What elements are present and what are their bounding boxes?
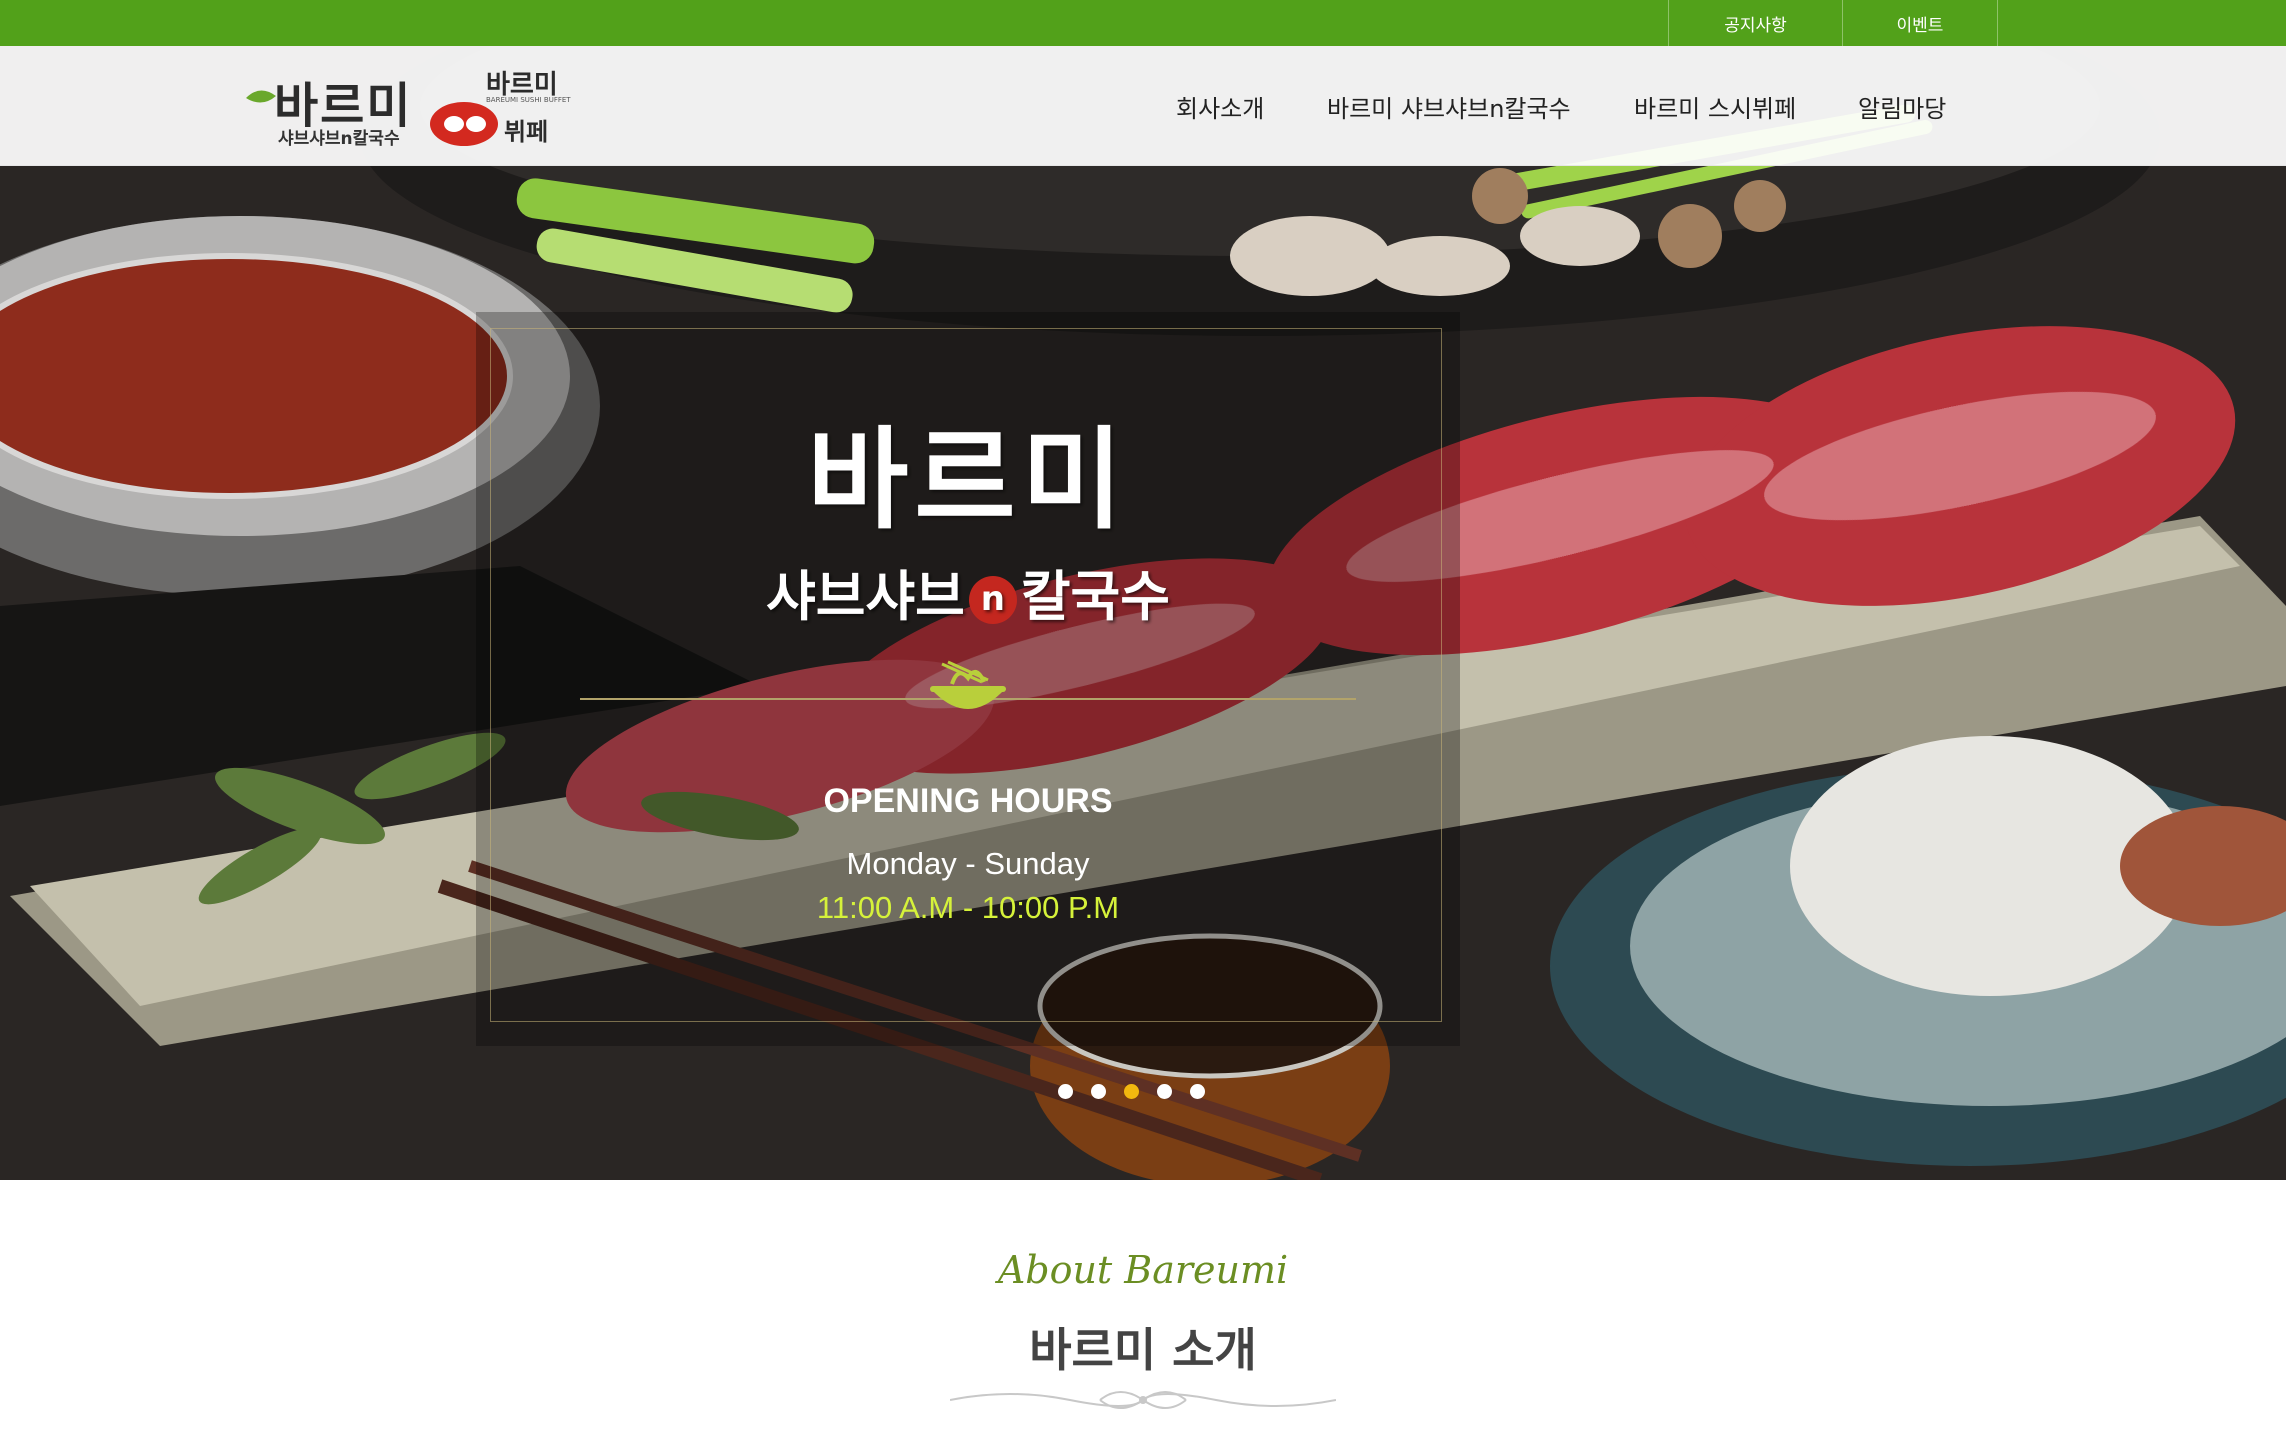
opening-days: Monday - Sunday [846,846,1090,881]
sushi-logo-buffet: 뷔페 [504,118,549,146]
hero-subtitle-right: 칼국수 [1020,565,1170,628]
opening-time: 11:00 A.M - 10:00 P.M [816,890,1120,925]
hero-brand-subtitle: 샤브샤브 n 칼국수 [476,552,1460,631]
hero-banner: 바르미 샤브샤브 n 칼국수 OPENING HOURS Monday - Sund… [0,46,2286,1180]
hero-subtitle-n-badge: n [968,576,1017,625]
slider-dot-3[interactable] [1124,1084,1139,1099]
about-script-heading: About Bareumi [997,1248,1289,1292]
hero-brand-logo: 바르미 [807,415,1129,544]
about-title: 바르미 소개 [1029,1323,1257,1377]
nav-shabu[interactable]: 바르미 샤브샤브n칼국수 [1327,46,1571,166]
slider-dot-4[interactable] [1157,1084,1172,1099]
event-link[interactable]: 이벤트 [1842,0,1998,46]
opening-hours-title: OPENING HOURS [823,782,1113,820]
sushi-buffet-logo[interactable]: 바르미 BAREUMI SUSHI BUFFET 뷔페 [428,64,571,152]
opening-hours-panel: 바르미 샤브샤브 n 칼국수 OPENING HOURS Monday - Sund… [476,312,1460,1046]
nav-sushi-buffet[interactable]: 바르미 스시뷔페 [1634,46,1796,166]
slider-dot-1[interactable] [1058,1084,1073,1099]
sushi-logo-mark-icon [430,102,498,146]
notice-link[interactable]: 공지사항 [1668,0,1842,46]
hero-subtitle-left: 샤브샤브 [766,565,965,628]
nav-company[interactable]: 회사소개 [1176,46,1264,166]
ornament-divider-icon [950,1391,1336,1409]
noodle-bowl-icon [930,660,1006,709]
leaf-icon [246,90,276,103]
slider-dot-2[interactable] [1091,1084,1106,1099]
nav-notice-board[interactable]: 알림마당 [1858,46,1946,166]
top-utility-bar: 공지사항 이벤트 [0,0,2286,46]
shabu-logo[interactable]: 바르미 샤브샤브n칼국수 [244,66,414,150]
shabu-logo-subtitle: 샤브샤브n칼국수 [278,129,400,149]
slider-pagination [1058,1084,1205,1099]
slider-dot-5[interactable] [1190,1084,1205,1099]
